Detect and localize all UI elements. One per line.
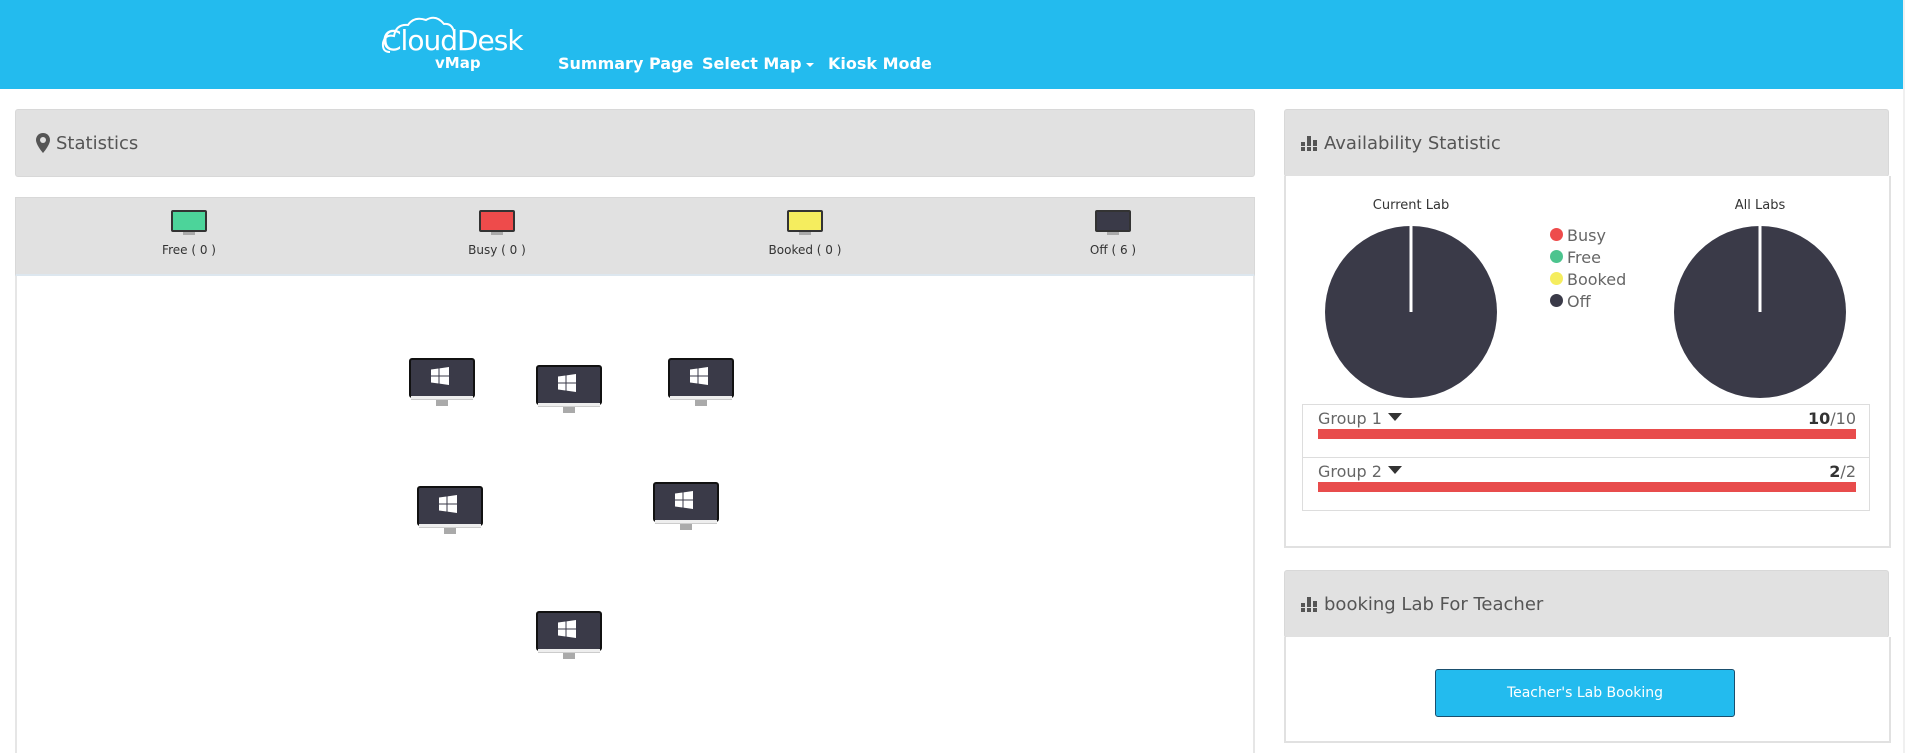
statistics-title: Statistics xyxy=(56,133,139,154)
monitor-stand xyxy=(1107,232,1119,235)
pie-legend-label: Off xyxy=(1567,292,1591,311)
group-row: Group 1 10/10 xyxy=(1318,405,1856,445)
windows-icon xyxy=(558,620,576,638)
computer-1[interactable] xyxy=(409,358,475,410)
pie-legend-label: Booked xyxy=(1567,270,1627,289)
monitor-stand xyxy=(444,528,456,534)
pie-legend-off: Off xyxy=(1550,292,1626,314)
legend-free-label: Free ( 0 ) xyxy=(162,243,216,257)
legend-off: Off ( 6 ) xyxy=(1053,210,1173,257)
monitor-stand xyxy=(436,400,448,406)
nav-summary-page[interactable]: Summary Page xyxy=(558,54,693,73)
group-count-value: 2 xyxy=(1829,462,1841,481)
pie-legend-busy: Busy xyxy=(1550,226,1626,248)
bar-chart-icon xyxy=(1301,136,1317,151)
monitor-stand xyxy=(491,232,503,235)
caret-down-icon xyxy=(1387,465,1402,474)
teacher-lab-booking-button[interactable]: Teacher's Lab Booking xyxy=(1435,669,1735,717)
current-lab-caption: Current Lab xyxy=(1372,198,1450,213)
computer-3[interactable] xyxy=(668,358,734,410)
group-progress-fill xyxy=(1318,482,1856,492)
legend-dot xyxy=(1550,294,1563,307)
group-name-label: Group 2 xyxy=(1318,462,1382,481)
monitor-stand xyxy=(563,407,575,413)
group-1-toggle[interactable]: Group 1 xyxy=(1318,409,1402,428)
caret-down-icon xyxy=(1387,412,1402,421)
legend-off-label: Off ( 6 ) xyxy=(1089,243,1137,257)
computer-2[interactable] xyxy=(536,365,602,417)
monitor-stand xyxy=(183,232,195,235)
monitor-free-icon xyxy=(171,210,207,232)
legend-free: Free ( 0 ) xyxy=(129,210,249,257)
all-labs-pie-chart xyxy=(1674,226,1846,398)
nav-select-map-label: Select Map xyxy=(702,54,802,73)
legend-busy: Busy ( 0 ) xyxy=(437,210,557,257)
logo-subtext: vMap xyxy=(435,54,481,72)
windows-icon xyxy=(439,495,457,513)
map-marker-icon xyxy=(36,133,50,153)
computer-5[interactable] xyxy=(653,482,719,534)
pie-legend-label: Busy xyxy=(1567,226,1606,245)
legend-dot xyxy=(1550,250,1563,263)
group-progress-bar xyxy=(1318,482,1856,492)
lab-map xyxy=(15,276,1255,753)
legend-booked-label: Booked ( 0 ) xyxy=(768,243,842,257)
monitor-busy-icon xyxy=(479,210,515,232)
pie-legend: Busy Free Booked Off xyxy=(1550,226,1626,314)
nav-kiosk-mode[interactable]: Kiosk Mode xyxy=(828,54,932,73)
group-count: 2/2 xyxy=(1829,462,1856,481)
monitor-stand xyxy=(563,653,575,659)
statistics-header: Statistics xyxy=(15,109,1255,177)
group-count-value: 10 xyxy=(1807,409,1831,428)
group-count: 10/10 xyxy=(1808,409,1856,428)
logo-text: CloudDesk xyxy=(382,24,524,57)
current-lab-pie-chart xyxy=(1325,226,1497,398)
group-2-toggle[interactable]: Group 2 xyxy=(1318,462,1402,481)
pie-legend-free: Free xyxy=(1550,248,1626,270)
status-legend: Free ( 0 ) Busy ( 0 ) Booked ( 0 ) Off (… xyxy=(15,197,1255,277)
monitor-stand xyxy=(680,524,692,530)
availability-header: Availability Statistic xyxy=(1284,109,1889,177)
legend-busy-label: Busy ( 0 ) xyxy=(468,243,526,257)
legend-dot xyxy=(1550,272,1563,285)
group-row: Group 2 2/2 xyxy=(1318,458,1856,498)
chevron-down-icon xyxy=(805,62,814,67)
group-progress-bar xyxy=(1318,429,1856,439)
monitor-off-icon xyxy=(1095,210,1131,232)
booking-title: booking Lab For Teacher xyxy=(1324,594,1544,615)
booking-header: booking Lab For Teacher xyxy=(1284,570,1889,638)
nav-select-map[interactable]: Select Map xyxy=(702,54,814,73)
bar-chart-icon xyxy=(1301,597,1317,612)
group-list: Group 1 10/10 Group 2 2/2 xyxy=(1302,404,1870,511)
monitor-stand xyxy=(695,400,707,406)
computer-6[interactable] xyxy=(536,611,602,663)
monitor-stand xyxy=(799,232,811,235)
pie-legend-label: Free xyxy=(1567,248,1601,267)
clouddesk-logo[interactable]: CloudDesk vMap xyxy=(380,12,535,74)
windows-icon xyxy=(690,367,708,385)
computer-4[interactable] xyxy=(417,486,483,538)
group-name-label: Group 1 xyxy=(1318,409,1382,428)
legend-booked: Booked ( 0 ) xyxy=(745,210,865,257)
monitor-booked-icon xyxy=(787,210,823,232)
all-labs-caption: All Labs xyxy=(1734,198,1786,213)
windows-icon xyxy=(558,374,576,392)
top-navbar xyxy=(0,0,1903,89)
legend-dot xyxy=(1550,228,1563,241)
group-count-total: /2 xyxy=(1840,462,1856,481)
availability-title: Availability Statistic xyxy=(1324,133,1501,154)
group-count-total: /10 xyxy=(1830,409,1856,428)
windows-icon xyxy=(675,491,693,509)
windows-icon xyxy=(431,367,449,385)
group-progress-fill xyxy=(1318,429,1856,439)
pie-legend-booked: Booked xyxy=(1550,270,1626,292)
